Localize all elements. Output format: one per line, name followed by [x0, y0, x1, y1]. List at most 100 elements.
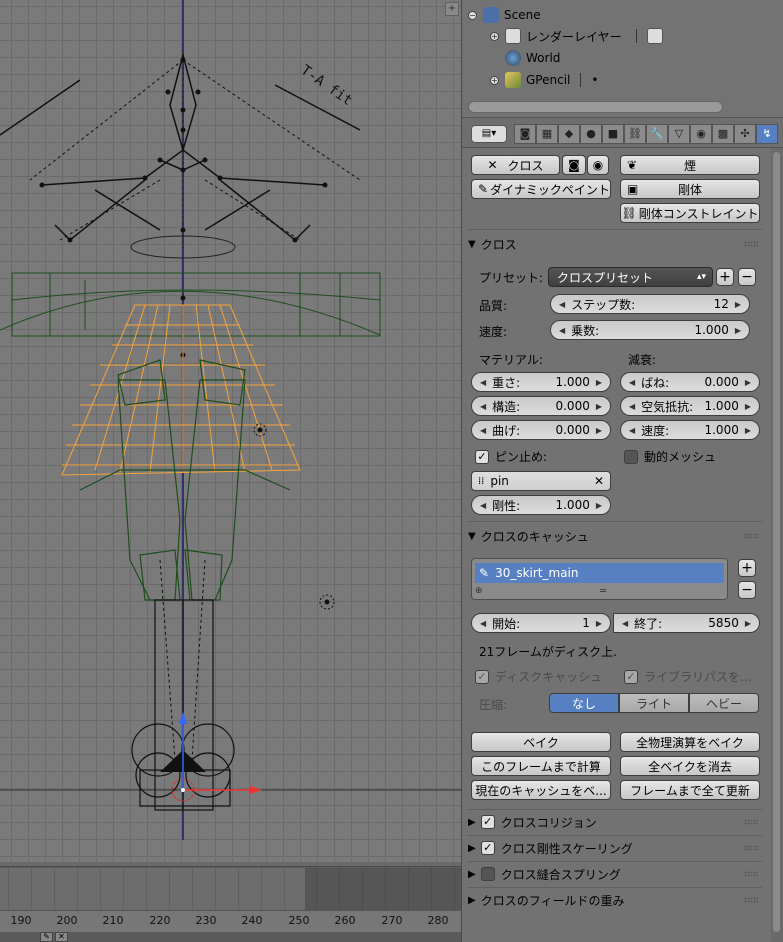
dynamic-paint-button[interactable]: ✎ ダイナミックペイント [471, 179, 611, 199]
stiffness-field[interactable]: ◀ 剛性: 1.000 ▶ [471, 495, 611, 515]
particles-icon[interactable]: ✣ [734, 124, 756, 144]
grip-icon[interactable] [744, 845, 758, 851]
cloth-view-toggle[interactable]: ◉ [587, 155, 609, 175]
close-icon[interactable]: ✕ [55, 932, 68, 942]
outliner-row-render-layer[interactable]: + レンダーレイヤー [490, 25, 668, 47]
free-all-bakes-button[interactable]: 全ベイクを消去 [620, 756, 760, 776]
cloth-panel-header[interactable]: ▼ クロス [468, 232, 762, 256]
cache-list-item[interactable]: ✎ 30_skirt_main [475, 563, 724, 583]
bending-field[interactable]: ◀ 曲げ: 0.000 ▶ [471, 420, 611, 440]
resize-handle-icon[interactable]: ═ [600, 586, 606, 597]
viewport-corner-handle[interactable]: + [445, 2, 459, 16]
checkbox-checked-icon[interactable]: ✓ [624, 669, 638, 684]
checkbox-checked-icon[interactable]: ✓ [475, 669, 489, 684]
close-icon[interactable]: ✕ [594, 474, 604, 488]
air-damping-field[interactable]: ◀ 空気抵抗: 1.000 ▶ [620, 396, 760, 416]
cache-start-field[interactable]: ◀ 開始: 1 ▶ [471, 613, 611, 633]
preset-select[interactable]: クロスプリセット ▴▾ [548, 267, 713, 287]
mass-field[interactable]: ◀ 重さ: 1.000 ▶ [471, 372, 611, 392]
cache-list[interactable]: ✎ 30_skirt_main ⊕ ═ [471, 558, 728, 600]
physics-icon[interactable]: ↯ [756, 124, 778, 144]
spring-damping-field[interactable]: ◀ ばね: 0.000 ▶ [620, 372, 760, 392]
bake-button[interactable]: ベイク [471, 732, 611, 752]
expand-icon[interactable]: + [490, 75, 499, 85]
timeline[interactable]: 190 200 210 220 230 240 250 260 270 280 … [0, 862, 461, 942]
chevron-right-icon[interactable]: ▶ [596, 501, 602, 510]
update-all-to-frame-button[interactable]: フレームまで全て更新 [620, 780, 760, 800]
rigid-body-button[interactable]: ▣ 剛体 [620, 179, 760, 199]
timeline-ruler[interactable]: 190 200 210 220 230 240 250 260 270 280 [0, 910, 461, 932]
checkbox-unchecked-icon[interactable] [480, 867, 495, 881]
outliner-row-world[interactable]: World [505, 47, 560, 69]
cache-panel-header[interactable]: ▼ クロスのキャッシュ [468, 524, 762, 548]
cloth-collision-panel-header[interactable]: ▶ ✓ クロスコリジョン [468, 810, 762, 834]
checkbox-checked-icon[interactable]: ✓ [480, 841, 495, 855]
compression-light-button[interactable]: ライト [619, 693, 689, 713]
library-path-toggle[interactable]: ✓ ライブラリパスを... [624, 668, 751, 685]
outliner[interactable]: − Scene + レンダーレイヤー World + GPencil • [462, 0, 783, 118]
collapse-icon[interactable]: − [468, 10, 477, 20]
cloth-remove-button[interactable]: ✕ クロス [471, 155, 560, 175]
chevron-right-icon[interactable]: ▶ [596, 426, 602, 435]
material-icon[interactable]: ◉ [690, 124, 712, 144]
chevron-right-icon[interactable]: ▶ [745, 426, 751, 435]
checkbox-checked-icon[interactable]: ✓ [475, 449, 489, 464]
grip-icon[interactable] [744, 897, 758, 903]
cloth-sewing-springs-panel-header[interactable]: ▶ クロス縫合スプリング [468, 862, 762, 886]
remove-preset-button[interactable]: − [738, 268, 756, 286]
add-small-icon[interactable]: ⊕ [475, 586, 483, 596]
cache-end-field[interactable]: ◀ 終了: 5850 ▶ [613, 613, 760, 633]
rigid-body-constraint-button[interactable]: ⛓ 剛体コンストレイント [620, 203, 760, 223]
remove-cache-button[interactable]: − [738, 581, 756, 599]
compression-heavy-button[interactable]: ヘビー [689, 693, 759, 713]
properties-scrollbar[interactable] [771, 148, 783, 942]
calculate-to-frame-button[interactable]: このフレームまで計算 [471, 756, 611, 776]
quality-steps-field[interactable]: ◀ ステップ数: 12 ▶ [550, 294, 750, 314]
pin-group-field[interactable]: ⁞⁞ pin ✕ [471, 471, 611, 491]
outliner-row-gpencil[interactable]: + GPencil • [490, 69, 598, 91]
3d-viewport[interactable]: T-A fit + [0, 0, 461, 862]
pencil-icon[interactable]: ✎ [40, 932, 53, 942]
render-icon[interactable]: ◙ [514, 124, 536, 144]
speed-multiplier-field[interactable]: ◀ 乗数: 1.000 ▶ [550, 320, 750, 340]
texture-icon[interactable]: ▩ [712, 124, 734, 144]
chevron-right-icon[interactable]: ▶ [735, 326, 741, 335]
chevron-right-icon[interactable]: ▶ [735, 300, 741, 309]
grip-icon[interactable] [744, 533, 758, 539]
modifiers-icon[interactable]: 🔧 [646, 124, 668, 144]
constraints-icon[interactable]: ⛓ [624, 124, 646, 144]
expand-icon[interactable]: + [490, 31, 499, 41]
chevron-right-icon[interactable]: ▶ [596, 378, 602, 387]
outliner-row-scene[interactable]: − Scene [468, 4, 541, 26]
add-cache-button[interactable]: + [738, 559, 756, 577]
editor-type-button[interactable]: ▤▾ [471, 125, 507, 143]
chevron-right-icon[interactable]: ▶ [596, 619, 602, 628]
compression-none-button[interactable]: なし [549, 693, 619, 713]
disk-cache-toggle[interactable]: ✓ ディスクキャッシュ [475, 668, 602, 685]
world-icon[interactable]: ● [580, 124, 602, 144]
grip-icon[interactable] [744, 819, 758, 825]
dynamic-mesh-toggle[interactable]: 動的メッシュ [624, 448, 716, 465]
chevron-right-icon[interactable]: ▶ [745, 619, 751, 628]
current-cache-to-bake-button[interactable]: 現在のキャッシュをベ... [471, 780, 611, 800]
object-icon[interactable]: ■ [602, 124, 624, 144]
checkbox-unchecked-icon[interactable] [624, 449, 638, 464]
grip-icon[interactable] [744, 871, 758, 877]
velocity-damping-field[interactable]: ◀ 速度: 1.000 ▶ [620, 420, 760, 440]
outliner-scrollbar[interactable] [468, 101, 723, 113]
scene-icon[interactable]: ◆ [558, 124, 580, 144]
cloth-render-toggle[interactable]: ◙ [562, 155, 586, 175]
chevron-right-icon[interactable]: ▶ [596, 402, 602, 411]
cloth-stiffness-scaling-panel-header[interactable]: ▶ ✓ クロス剛性スケーリング [468, 836, 762, 860]
checkbox-checked-icon[interactable]: ✓ [480, 815, 495, 829]
render-icon[interactable] [646, 28, 663, 44]
bake-all-button[interactable]: 全物理演算をベイク [620, 732, 760, 752]
cloth-field-weights-panel-header[interactable]: ▶ クロスのフィールドの重み [468, 888, 762, 912]
structural-field[interactable]: ◀ 構造: 0.000 ▶ [471, 396, 611, 416]
pinning-toggle[interactable]: ✓ ピン止め: [475, 448, 547, 465]
smoke-button[interactable]: ❦ 煙 [620, 155, 760, 175]
scrollbar-thumb[interactable] [773, 152, 780, 932]
data-icon[interactable]: ▽ [668, 124, 690, 144]
add-preset-button[interactable]: + [716, 268, 734, 286]
chevron-right-icon[interactable]: ▶ [745, 402, 751, 411]
